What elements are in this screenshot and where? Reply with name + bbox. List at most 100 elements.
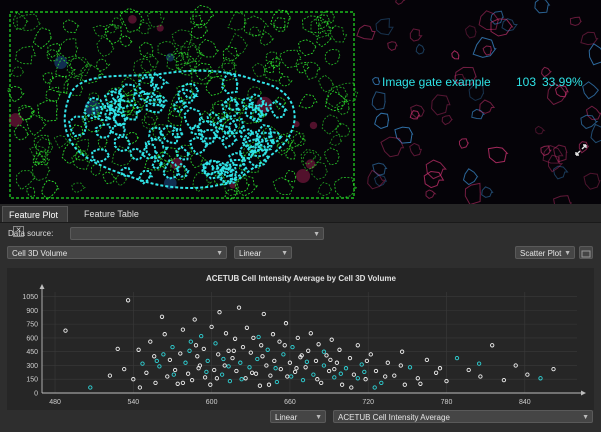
- data-point[interactable]: [148, 339, 153, 344]
- data-source-select[interactable]: ▼: [70, 227, 324, 240]
- gated-data-point[interactable]: [183, 360, 188, 365]
- data-point[interactable]: [236, 305, 242, 310]
- data-point[interactable]: [303, 365, 308, 370]
- data-point[interactable]: [490, 343, 495, 348]
- data-point[interactable]: [373, 368, 379, 374]
- data-point[interactable]: [259, 343, 264, 348]
- gated-data-point[interactable]: [311, 372, 316, 377]
- data-point[interactable]: [292, 369, 298, 375]
- data-point[interactable]: [260, 354, 265, 359]
- data-point[interactable]: [355, 343, 360, 348]
- data-point[interactable]: [424, 357, 430, 363]
- data-point[interactable]: [180, 327, 186, 332]
- gated-data-point[interactable]: [161, 352, 166, 357]
- data-point[interactable]: [349, 385, 354, 390]
- gated-data-point[interactable]: [199, 333, 204, 339]
- gated-data-point[interactable]: [332, 375, 337, 380]
- data-point[interactable]: [230, 355, 235, 361]
- data-point[interactable]: [437, 366, 443, 371]
- gated-data-point[interactable]: [290, 344, 295, 350]
- data-point[interactable]: [172, 367, 178, 373]
- gated-data-point[interactable]: [140, 361, 145, 366]
- x-scale-select[interactable]: Linear ▼: [234, 246, 292, 259]
- data-point[interactable]: [551, 366, 556, 372]
- data-point[interactable]: [385, 360, 390, 365]
- data-point[interactable]: [125, 298, 131, 303]
- data-point[interactable]: [107, 373, 113, 378]
- data-point[interactable]: [152, 354, 157, 359]
- data-point[interactable]: [189, 377, 195, 383]
- data-point[interactable]: [193, 343, 199, 348]
- data-point[interactable]: [278, 366, 283, 372]
- data-point[interactable]: [266, 382, 272, 387]
- data-point[interactable]: [167, 357, 173, 363]
- data-point[interactable]: [175, 381, 180, 386]
- data-point[interactable]: [326, 368, 332, 374]
- data-point[interactable]: [339, 382, 345, 387]
- gated-data-point[interactable]: [362, 369, 367, 375]
- data-point[interactable]: [192, 317, 197, 322]
- gated-data-point[interactable]: [171, 372, 176, 377]
- data-point[interactable]: [368, 352, 373, 357]
- data-point[interactable]: [226, 348, 231, 353]
- data-point[interactable]: [212, 367, 217, 373]
- data-point[interactable]: [223, 331, 229, 336]
- image-viewer[interactable]: Image gate example 103 33.99%: [0, 0, 601, 204]
- data-point[interactable]: [319, 380, 324, 386]
- data-point[interactable]: [178, 351, 183, 356]
- gated-data-point[interactable]: [273, 366, 278, 371]
- gated-data-point[interactable]: [274, 379, 280, 385]
- gated-data-point[interactable]: [343, 366, 349, 371]
- gated-data-point[interactable]: [476, 361, 482, 366]
- data-point[interactable]: [136, 347, 141, 352]
- data-point[interactable]: [122, 366, 127, 372]
- data-point[interactable]: [316, 342, 321, 347]
- gated-data-point[interactable]: [454, 355, 460, 361]
- data-point[interactable]: [180, 380, 186, 386]
- data-point[interactable]: [253, 371, 259, 376]
- expand-arrows-icon[interactable]: [573, 143, 589, 159]
- data-point[interactable]: [466, 367, 471, 373]
- data-point[interactable]: [334, 360, 340, 365]
- data-point[interactable]: [185, 371, 191, 376]
- data-point[interactable]: [337, 347, 342, 352]
- gated-data-point[interactable]: [154, 358, 159, 364]
- data-point[interactable]: [195, 354, 200, 359]
- data-point[interactable]: [234, 368, 239, 374]
- data-point[interactable]: [294, 366, 299, 371]
- data-point[interactable]: [162, 332, 167, 337]
- data-point[interactable]: [144, 370, 149, 375]
- gated-data-point[interactable]: [265, 347, 270, 352]
- y-feature-select[interactable]: ACETUB Cell Intensity Average ▼: [333, 410, 593, 423]
- y-scale-select[interactable]: Linear ▼: [270, 410, 326, 423]
- gated-data-point[interactable]: [205, 358, 210, 364]
- gated-data-point[interactable]: [88, 385, 93, 390]
- scatter-chart[interactable]: ACETUB Cell Intensity Average by Cell 3D…: [7, 268, 594, 410]
- plot-settings-button[interactable]: [579, 246, 593, 259]
- data-point[interactable]: [231, 348, 236, 353]
- data-point[interactable]: [201, 346, 206, 352]
- data-point[interactable]: [402, 382, 407, 387]
- data-point[interactable]: [137, 385, 143, 390]
- data-point[interactable]: [282, 343, 287, 348]
- gated-data-point[interactable]: [247, 365, 252, 370]
- data-point[interactable]: [313, 358, 319, 364]
- data-point[interactable]: [153, 380, 158, 386]
- x-feature-select[interactable]: Cell 3D Volume ▼: [7, 246, 227, 259]
- gated-data-point[interactable]: [281, 352, 286, 357]
- feature-plot-area[interactable]: ACETUB Cell Intensity Average by Cell 3D…: [7, 268, 594, 410]
- data-point[interactable]: [328, 357, 333, 363]
- gated-data-point[interactable]: [187, 348, 192, 353]
- gated-data-point[interactable]: [227, 378, 233, 384]
- data-point[interactable]: [308, 331, 313, 336]
- data-point[interactable]: [272, 358, 277, 364]
- data-point[interactable]: [159, 314, 165, 319]
- data-point[interactable]: [501, 377, 507, 383]
- data-point[interactable]: [63, 328, 68, 333]
- data-point[interactable]: [383, 374, 388, 379]
- data-point[interactable]: [240, 344, 246, 350]
- gated-data-point[interactable]: [219, 372, 225, 377]
- data-point[interactable]: [285, 374, 290, 379]
- data-point[interactable]: [332, 366, 337, 372]
- gated-data-point[interactable]: [255, 356, 260, 362]
